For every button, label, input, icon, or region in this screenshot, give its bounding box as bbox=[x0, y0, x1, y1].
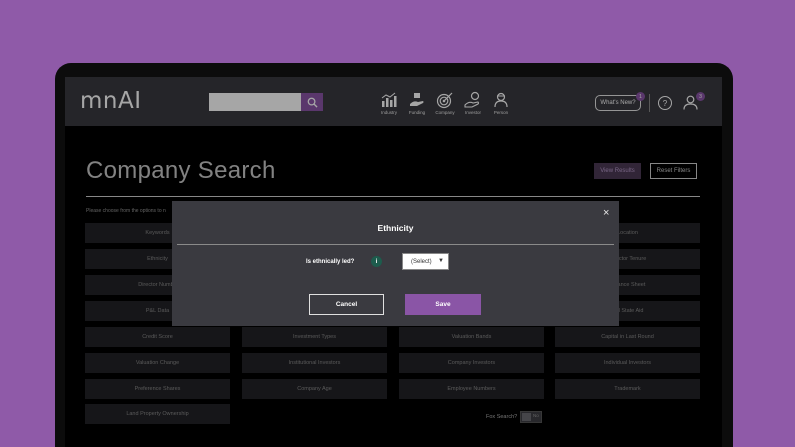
modal-title: Ethnicity bbox=[377, 223, 414, 233]
laptop-frame: mnAI Industry Funding Company Investor P… bbox=[55, 63, 733, 447]
close-icon[interactable]: × bbox=[603, 208, 609, 219]
ethnicity-modal: Ethnicity × Is ethnically led? i (Select… bbox=[172, 201, 619, 326]
info-icon[interactable]: i bbox=[371, 256, 382, 267]
app-screen: mnAI Industry Funding Company Investor P… bbox=[65, 77, 722, 447]
select-value: (Select) bbox=[411, 258, 432, 265]
chevron-down-icon: ▼ bbox=[438, 258, 444, 264]
save-button[interactable]: Save bbox=[405, 294, 481, 315]
cancel-button[interactable]: Cancel bbox=[309, 294, 384, 315]
ethnically-led-label: Is ethnically led? bbox=[306, 259, 355, 265]
modal-divider bbox=[177, 244, 614, 245]
ethnically-led-select[interactable]: (Select) ▼ bbox=[402, 253, 449, 270]
